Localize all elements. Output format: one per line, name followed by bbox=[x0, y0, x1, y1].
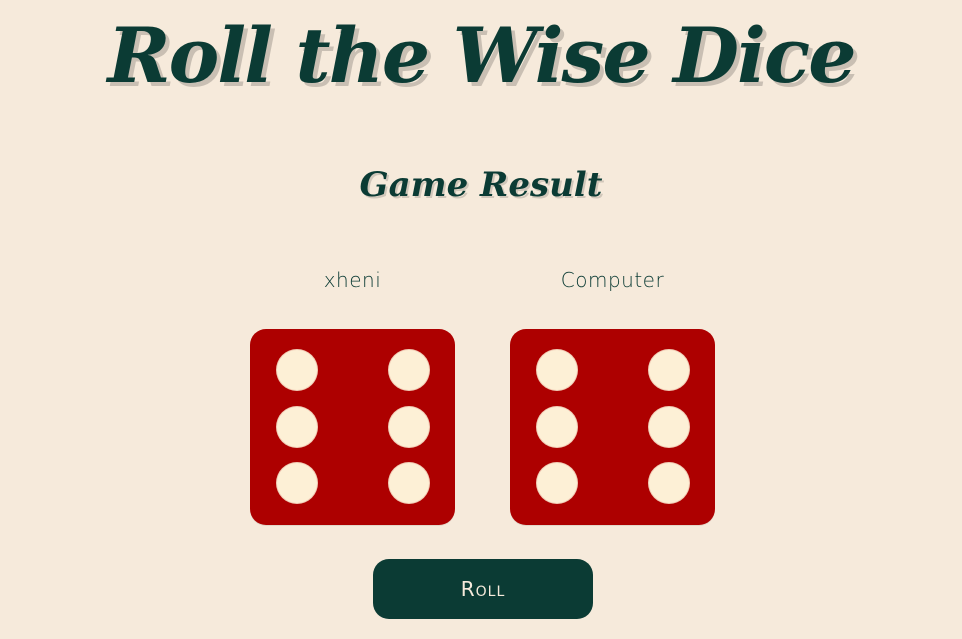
die-pip bbox=[536, 406, 578, 448]
die-pip bbox=[276, 462, 318, 504]
die-pip bbox=[388, 349, 430, 391]
die-pip bbox=[276, 406, 318, 448]
computer-die bbox=[510, 329, 715, 525]
die-pip bbox=[536, 349, 578, 391]
die-pip bbox=[276, 349, 318, 391]
die-pip bbox=[388, 462, 430, 504]
die-pip bbox=[648, 462, 690, 504]
die-pip bbox=[536, 462, 578, 504]
game-title: Roll the Wise Dice bbox=[107, 11, 856, 100]
die-pip bbox=[388, 406, 430, 448]
player-name-user: xheni bbox=[323, 268, 382, 292]
roll-button[interactable]: Roll bbox=[373, 559, 593, 619]
game-result-heading: Game Result bbox=[359, 165, 603, 205]
user-die bbox=[250, 329, 455, 525]
die-pip bbox=[648, 406, 690, 448]
player-name-computer: Computer bbox=[560, 268, 665, 292]
die-pip bbox=[648, 349, 690, 391]
